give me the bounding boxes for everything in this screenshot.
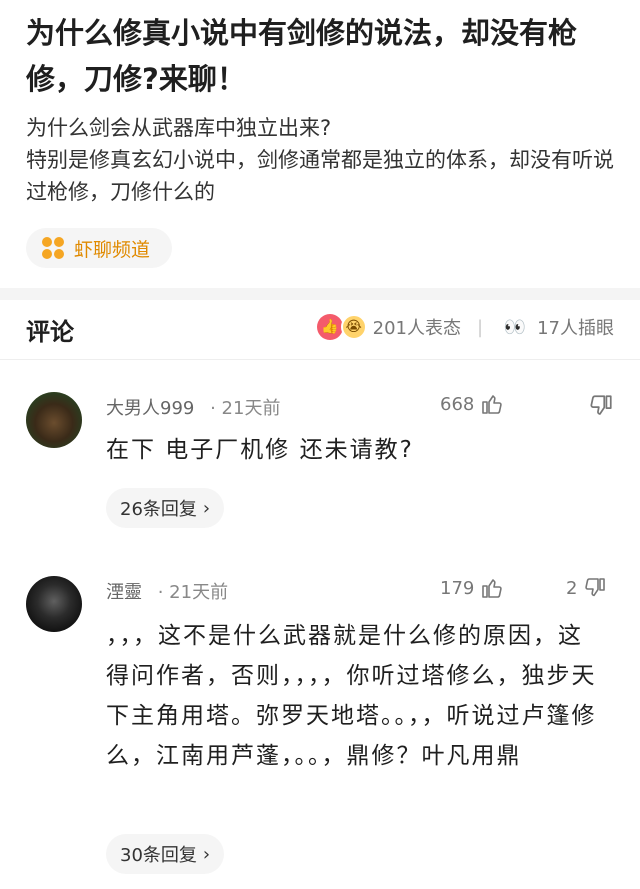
replies-count: 30条回复 bbox=[120, 845, 197, 866]
channel-icon bbox=[42, 237, 64, 259]
post-body-line: 为什么剑会从武器库中独立出来? bbox=[26, 116, 332, 140]
like-button[interactable]: 179 bbox=[440, 576, 504, 600]
replies-button[interactable]: 30条回复 › bbox=[106, 834, 225, 874]
post-title: 为什么修真小说中有剑修的说法，却没有枪修，刀修?来聊！ bbox=[26, 16, 578, 96]
post-body-line: 特别是修真玄幻小说中，剑修通常都是独立的体系，却没有听说过枪修，刀修什么的 bbox=[26, 148, 614, 204]
bookmark-count: 17人插眼 bbox=[537, 318, 614, 339]
chevron-right-icon: › bbox=[202, 843, 211, 865]
dislike-count: 2 bbox=[566, 577, 578, 599]
comment-username[interactable]: 大男人999 bbox=[106, 398, 194, 419]
thumbs-up-icon bbox=[482, 395, 503, 414]
thumbs-down-icon bbox=[585, 578, 606, 597]
channel-chip[interactable]: 虾聊频道 bbox=[26, 228, 173, 268]
thumbs-up-icon bbox=[482, 579, 503, 598]
replies-button[interactable]: 26条回复 › bbox=[106, 488, 225, 528]
reaction-count: 201人表态 bbox=[372, 318, 462, 339]
avatar[interactable] bbox=[26, 392, 82, 448]
section-divider bbox=[0, 288, 640, 300]
reaction-summary[interactable]: 👍 😭 201人表态 | 👀 17人插眼 bbox=[316, 314, 614, 340]
like-count: 668 bbox=[440, 393, 475, 415]
comment-username[interactable]: 湮靈 bbox=[106, 582, 142, 603]
crying-face-reaction-icon: 😭 bbox=[340, 314, 367, 340]
comment-meta: 大男人999 · 21天前 bbox=[106, 394, 280, 420]
comment-time: · 21天前 bbox=[157, 582, 229, 603]
comment-meta: 湮靈 · 21天前 bbox=[106, 578, 228, 604]
channel-label: 虾聊频道 bbox=[74, 238, 151, 261]
like-count: 179 bbox=[440, 577, 475, 599]
replies-count: 26条回复 bbox=[120, 499, 197, 520]
comments-header: 评论 👍 😭 201人表态 | 👀 17人插眼 bbox=[0, 300, 640, 360]
comment-text: ，，，这不是什么武器就是什么修的原因，这得问作者，否则，，，，你听过塔修么，独步… bbox=[106, 623, 597, 769]
comment-time: · 21天前 bbox=[210, 398, 281, 419]
divider: | bbox=[477, 316, 484, 338]
comment-text: 在下 电子厂机修 还未请教? bbox=[106, 437, 414, 463]
dislike-button[interactable]: 2 bbox=[566, 576, 607, 600]
like-button[interactable]: 668 bbox=[440, 392, 504, 416]
comment-item: 大男人999 · 21天前 668 在下 电子厂机修 还未请教? 26条回复 › bbox=[0, 360, 640, 540]
eyes-icon: 👀 bbox=[499, 314, 532, 340]
chevron-right-icon: › bbox=[202, 497, 211, 519]
comment-item: 湮靈 · 21天前 179 2 ，，，这不是什么武器就是什么修的原因，这得问作者… bbox=[0, 560, 640, 889]
thumbs-up-reaction-icon: 👍 bbox=[316, 314, 343, 340]
thumbs-down-icon[interactable] bbox=[588, 393, 614, 419]
avatar[interactable] bbox=[26, 576, 82, 632]
post-body: 为什么剑会从武器库中独立出来? 特别是修真玄幻小说中，剑修通常都是独立的体系，却… bbox=[26, 112, 616, 208]
comments-title: 评论 bbox=[26, 318, 74, 346]
